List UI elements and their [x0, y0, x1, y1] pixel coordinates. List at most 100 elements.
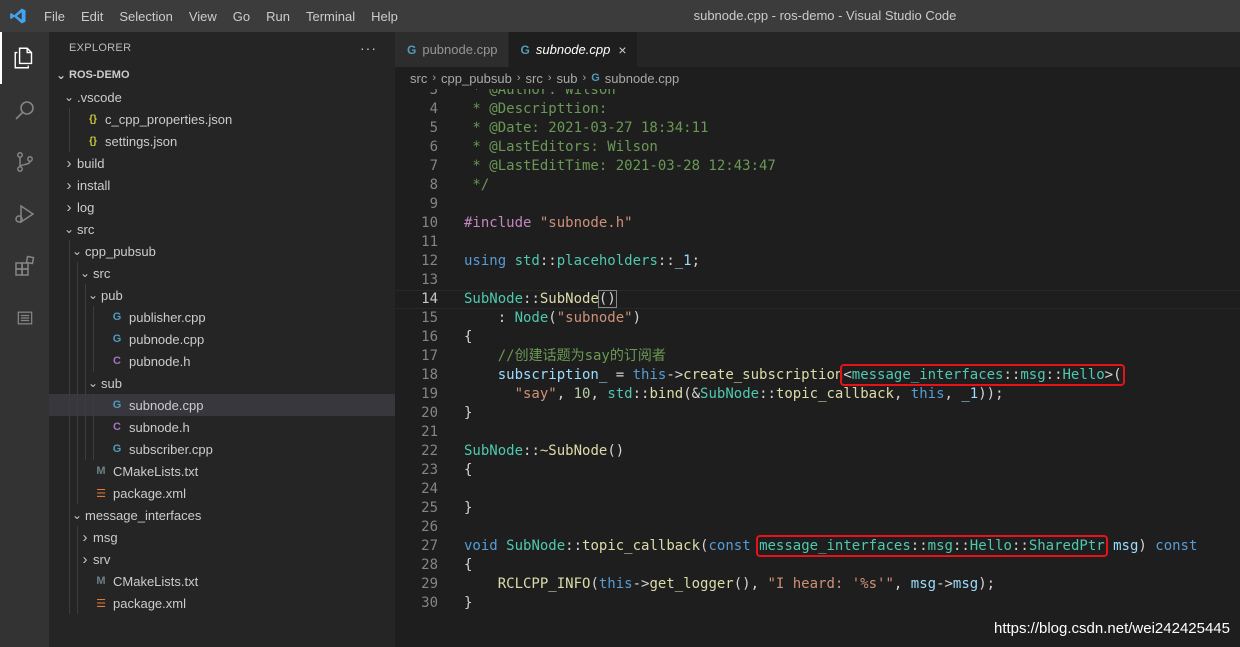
window-title: subnode.cpp - ros-demo - Visual Studio C…	[693, 8, 957, 23]
tree-file[interactable]: M CMakeLists.txt	[49, 460, 395, 482]
code-line: 12 using std::placeholders::_1;	[395, 252, 1240, 271]
code-text: * @LastEditTime: 2021-03-28 12:43:47	[464, 157, 775, 176]
source-control-icon[interactable]	[0, 136, 49, 188]
extensions-icon[interactable]	[0, 240, 49, 292]
tree-folder[interactable]: ⌄ src	[49, 218, 395, 240]
code-token: msg	[910, 576, 937, 592]
code-token: (	[590, 576, 599, 592]
menu-item-file[interactable]: File	[36, 9, 73, 24]
tree-folder[interactable]: › log	[49, 196, 395, 218]
tree-folder[interactable]: ⌄ src	[49, 262, 395, 284]
tree-file[interactable]: ☰ package.xml	[49, 482, 395, 504]
code-token: )	[1138, 538, 1156, 554]
tree-file[interactable]: Csubnode.h	[49, 416, 395, 438]
code-line: 9	[395, 195, 1240, 214]
code-token: ::	[632, 386, 650, 402]
tree-file[interactable]: {} c_cpp_properties.json	[49, 108, 395, 130]
tree-folder[interactable]: › install	[49, 174, 395, 196]
tree-folder[interactable]: › srv	[49, 548, 395, 570]
code-token: msg	[952, 576, 979, 592]
line-number: 8	[429, 177, 438, 193]
search-icon[interactable]	[0, 84, 49, 136]
code-token: */	[464, 177, 490, 193]
tree-folder[interactable]: › build	[49, 152, 395, 174]
cpp-file-icon: G	[407, 42, 417, 57]
tree-folder[interactable]: ⌄ .vscode	[49, 86, 395, 108]
code-line: 17 //创建话题为say的订阅者	[395, 347, 1240, 366]
chevron-down-icon: ⌄	[71, 508, 83, 522]
code-token: ,	[944, 386, 962, 402]
code-token: message_interfaces	[759, 538, 911, 554]
code-token: }	[464, 595, 473, 611]
menu-item-help[interactable]: Help	[363, 9, 406, 24]
code-token: "subnode"	[556, 310, 633, 326]
tab-label: pubnode.cpp	[422, 42, 498, 57]
chevron-right-icon: ›	[547, 72, 552, 84]
more-actions-icon[interactable]: ···	[360, 40, 377, 56]
explorer-icon[interactable]	[0, 32, 49, 84]
menu-item-selection[interactable]: Selection	[111, 9, 180, 24]
run-debug-icon[interactable]	[0, 188, 49, 240]
close-icon[interactable]: ×	[618, 42, 626, 58]
tree-folder[interactable]: ⌄ sub	[49, 372, 395, 394]
tree-file[interactable]: M CMakeLists.txt	[49, 570, 395, 592]
code-token: <	[843, 367, 852, 383]
breadcrumb-item[interactable]: src	[410, 71, 427, 86]
tree-folder[interactable]: › msg	[49, 526, 395, 548]
code-token: ::	[759, 386, 776, 402]
json-file-icon: {}	[89, 113, 97, 125]
line-number: 24	[421, 481, 438, 497]
remote-explorer-icon[interactable]	[0, 292, 49, 344]
menu-item-edit[interactable]: Edit	[73, 9, 111, 24]
line-number: 11	[421, 234, 438, 250]
explorer-sidebar: EXPLORER ··· ⌄ ROS-DEMO ⌄ .vscode{} c_cpp_pr…	[49, 32, 395, 647]
line-number: 15	[421, 310, 438, 326]
code-token: :	[464, 310, 515, 326]
menu-item-go[interactable]: Go	[225, 9, 258, 24]
line-number: 4	[429, 101, 438, 117]
code-text: void SubNode::topic_callback(const messa…	[464, 537, 1197, 556]
breadcrumb-item[interactable]: subnode.cpp	[605, 71, 679, 86]
tab-pubnode-cpp[interactable]: G pubnode.cpp	[395, 32, 509, 67]
menu-item-terminal[interactable]: Terminal	[298, 9, 363, 24]
breadcrumb-item[interactable]: sub	[557, 71, 578, 86]
code-token: placeholders	[556, 253, 658, 269]
code-text: SubNode::SubNode()	[464, 290, 617, 309]
tree-item-label: ROS-DEMO	[69, 69, 130, 81]
tab-subnode-cpp[interactable]: G subnode.cpp ×	[508, 32, 638, 67]
line-number: 6	[429, 139, 438, 155]
breadcrumb-item[interactable]: src	[526, 71, 543, 86]
tree-folder[interactable]: ⌄ ROS-DEMO	[49, 64, 395, 86]
code-editor[interactable]: 3 * @Author: Wilson 4 * @Descripttion: 5 *…	[395, 89, 1240, 647]
code-line: 18 subscription_ = this->create_subscrip…	[395, 366, 1240, 385]
tree-folder[interactable]: ⌄ cpp_pubsub	[49, 240, 395, 262]
code-token: ::	[952, 538, 970, 554]
code-token: ->	[936, 576, 953, 592]
line-number: 25	[421, 500, 438, 516]
code-token: std	[514, 253, 540, 269]
line-number: 13	[421, 272, 438, 288]
tree-file[interactable]: Gsubscriber.cpp	[49, 438, 395, 460]
breadcrumb-item[interactable]: cpp_pubsub	[441, 71, 512, 86]
menu-item-view[interactable]: View	[181, 9, 225, 24]
tree-folder[interactable]: ⌄ pub	[49, 284, 395, 306]
tree-folder[interactable]: ⌄ message_interfaces	[49, 504, 395, 526]
tree-file[interactable]: Gpublisher.cpp	[49, 306, 395, 328]
code-token: ));	[978, 386, 1004, 402]
tree-file[interactable]: {} settings.json	[49, 130, 395, 152]
tree-item-label: .vscode	[77, 89, 122, 105]
line-number: 21	[421, 424, 438, 440]
code-line: 6 * @LastEditors: Wilson	[395, 138, 1240, 157]
tree-file[interactable]: Cpubnode.h	[49, 350, 395, 372]
line-number: 18	[421, 367, 438, 383]
line-number: 28	[421, 557, 438, 573]
menu-item-run[interactable]: Run	[258, 9, 298, 24]
code-line: 13	[395, 271, 1240, 290]
tree-file[interactable]: ☰ package.xml	[49, 592, 395, 614]
tree-file[interactable]: Gpubnode.cpp	[49, 328, 395, 350]
code-token: SharedPtr	[1028, 538, 1105, 554]
cpp-file-icon: G	[112, 333, 122, 345]
code-token: );	[978, 576, 996, 592]
code-token: RCLCPP_INFO	[497, 576, 591, 592]
tree-file[interactable]: Gsubnode.cpp	[49, 394, 395, 416]
